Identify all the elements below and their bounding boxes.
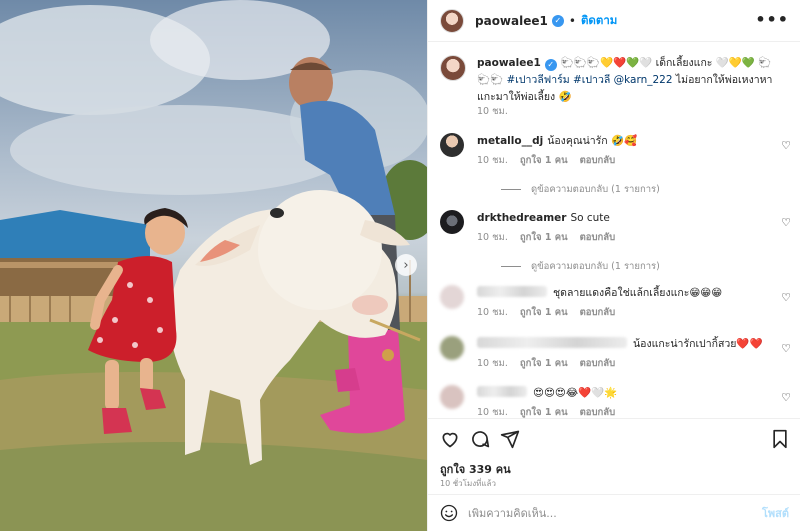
comment-time: 10 ชม. bbox=[477, 232, 508, 243]
post-comment-button[interactable]: โพสต์ bbox=[762, 504, 789, 522]
view-replies-button[interactable]: ดูข้อความตอบกลับ (1 รายการ) bbox=[501, 182, 660, 197]
commenter-avatar-blurred[interactable] bbox=[440, 385, 464, 409]
comment-likes[interactable]: ถูกใจ 1 คน bbox=[520, 307, 568, 318]
reply-button[interactable]: ตอบกลับ bbox=[580, 407, 616, 418]
like-comment-heart-icon[interactable]: ♡ bbox=[781, 391, 791, 404]
comment-text: So cute bbox=[570, 212, 610, 224]
comment-text: ชุดลายแดงคือใช่แล้กเลี้ยงแกะ😁😁😁 bbox=[553, 287, 723, 299]
blurred-username bbox=[477, 386, 527, 397]
comment-bubble-icon[interactable] bbox=[470, 429, 490, 449]
comment-time: 10 ชม. bbox=[477, 307, 508, 318]
share-paper-plane-icon[interactable] bbox=[500, 429, 520, 449]
emoji-smiley-icon[interactable] bbox=[440, 504, 458, 522]
comment-username[interactable]: drkthedreamer bbox=[477, 212, 566, 224]
save-bookmark-icon[interactable] bbox=[771, 429, 789, 449]
comment-text: 😍😍😍😂❤️🤍🌟 bbox=[533, 387, 618, 399]
comment-text: น้องแกะน่ารักเปากิ้สวย❤️❤️ bbox=[633, 338, 763, 350]
comment-likes[interactable]: ถูกใจ 1 คน bbox=[520, 407, 568, 418]
separator-dot: • bbox=[568, 13, 576, 28]
reply-button[interactable]: ตอบกลับ bbox=[580, 232, 616, 243]
comment-likes[interactable]: ถูกใจ 1 คน bbox=[520, 358, 568, 369]
post-header: paowalee1 ✓ • ติดตาม ••• bbox=[428, 0, 800, 42]
commenter-avatar-blurred[interactable] bbox=[440, 285, 464, 309]
blurred-username bbox=[477, 337, 627, 348]
caption-time: 10 ชม. bbox=[477, 106, 508, 117]
comment-input[interactable] bbox=[468, 506, 762, 520]
reply-line-divider bbox=[501, 189, 521, 190]
comment-likes[interactable]: ถูกใจ 1 คน bbox=[520, 155, 568, 166]
reply-button[interactable]: ตอบกลับ bbox=[580, 358, 616, 369]
reply-line-divider bbox=[501, 266, 521, 267]
reply-button[interactable]: ตอบกลับ bbox=[580, 307, 616, 318]
blurred-username bbox=[477, 286, 547, 297]
commenter-avatar[interactable] bbox=[440, 210, 464, 234]
like-comment-heart-icon[interactable]: ♡ bbox=[781, 342, 791, 355]
post-actions-bar bbox=[428, 418, 800, 458]
like-comment-heart-icon[interactable]: ♡ bbox=[781, 291, 791, 304]
comment-text: น้องคุณน่ารัก 🤣🥰 bbox=[547, 135, 638, 147]
caption-author-avatar[interactable] bbox=[440, 55, 466, 81]
comment-time: 10 ชม. bbox=[477, 407, 508, 418]
follow-button[interactable]: ติดตาม bbox=[581, 12, 617, 30]
commenter-avatar-blurred[interactable] bbox=[440, 336, 464, 360]
next-slide-chevron-icon[interactable]: › bbox=[395, 254, 417, 276]
like-heart-icon[interactable] bbox=[440, 429, 460, 449]
like-comment-heart-icon[interactable]: ♡ bbox=[781, 216, 791, 229]
caption-text-line1: 🐑🐑🐑💛❤️💚🤍 เด็กเลี้ยงแกะ 🤍💛💚 bbox=[560, 57, 755, 69]
like-comment-heart-icon[interactable]: ♡ bbox=[781, 139, 791, 152]
author-username[interactable]: paowalee1 bbox=[475, 14, 548, 28]
photo-illustration bbox=[0, 0, 427, 531]
more-options-icon[interactable]: ••• bbox=[755, 10, 789, 29]
post-timestamp: 10 ชั่วโมงที่แล้ว bbox=[440, 479, 496, 488]
post-photo[interactable]: › bbox=[0, 0, 427, 531]
comment-time: 10 ชม. bbox=[477, 155, 508, 166]
view-replies-button[interactable]: ดูข้อความตอบกลับ (1 รายการ) bbox=[501, 259, 660, 274]
comment-likes[interactable]: ถูกใจ 1 คน bbox=[520, 232, 568, 243]
verified-badge-icon: ✓ bbox=[551, 14, 564, 27]
commenter-avatar[interactable] bbox=[440, 133, 464, 157]
post-side-panel: paowalee1 ✓ • ติดตาม ••• paowalee1 ✓ 🐑🐑🐑💛❤… bbox=[427, 0, 800, 531]
caption-username[interactable]: paowalee1 bbox=[477, 57, 541, 69]
comment-time: 10 ชม. bbox=[477, 358, 508, 369]
likes-count[interactable]: ถูกใจ 339 คน bbox=[440, 460, 511, 478]
author-avatar[interactable] bbox=[440, 8, 464, 33]
comment-username[interactable]: metallo__dj bbox=[477, 135, 543, 147]
verified-badge-icon: ✓ bbox=[544, 58, 557, 71]
reply-button[interactable]: ตอบกลับ bbox=[580, 155, 616, 166]
view-replies-label: ดูข้อความตอบกลับ (1 รายการ) bbox=[531, 261, 660, 272]
comments-scroll-area[interactable]: paowalee1 ✓ 🐑🐑🐑💛❤️💚🤍 เด็กเลี้ยงแกะ 🤍💛💚 🐑🐑🐑… bbox=[428, 43, 800, 418]
view-replies-label: ดูข้อความตอบกลับ (1 รายการ) bbox=[531, 184, 660, 195]
comment-composer: โพสต์ bbox=[428, 494, 800, 531]
